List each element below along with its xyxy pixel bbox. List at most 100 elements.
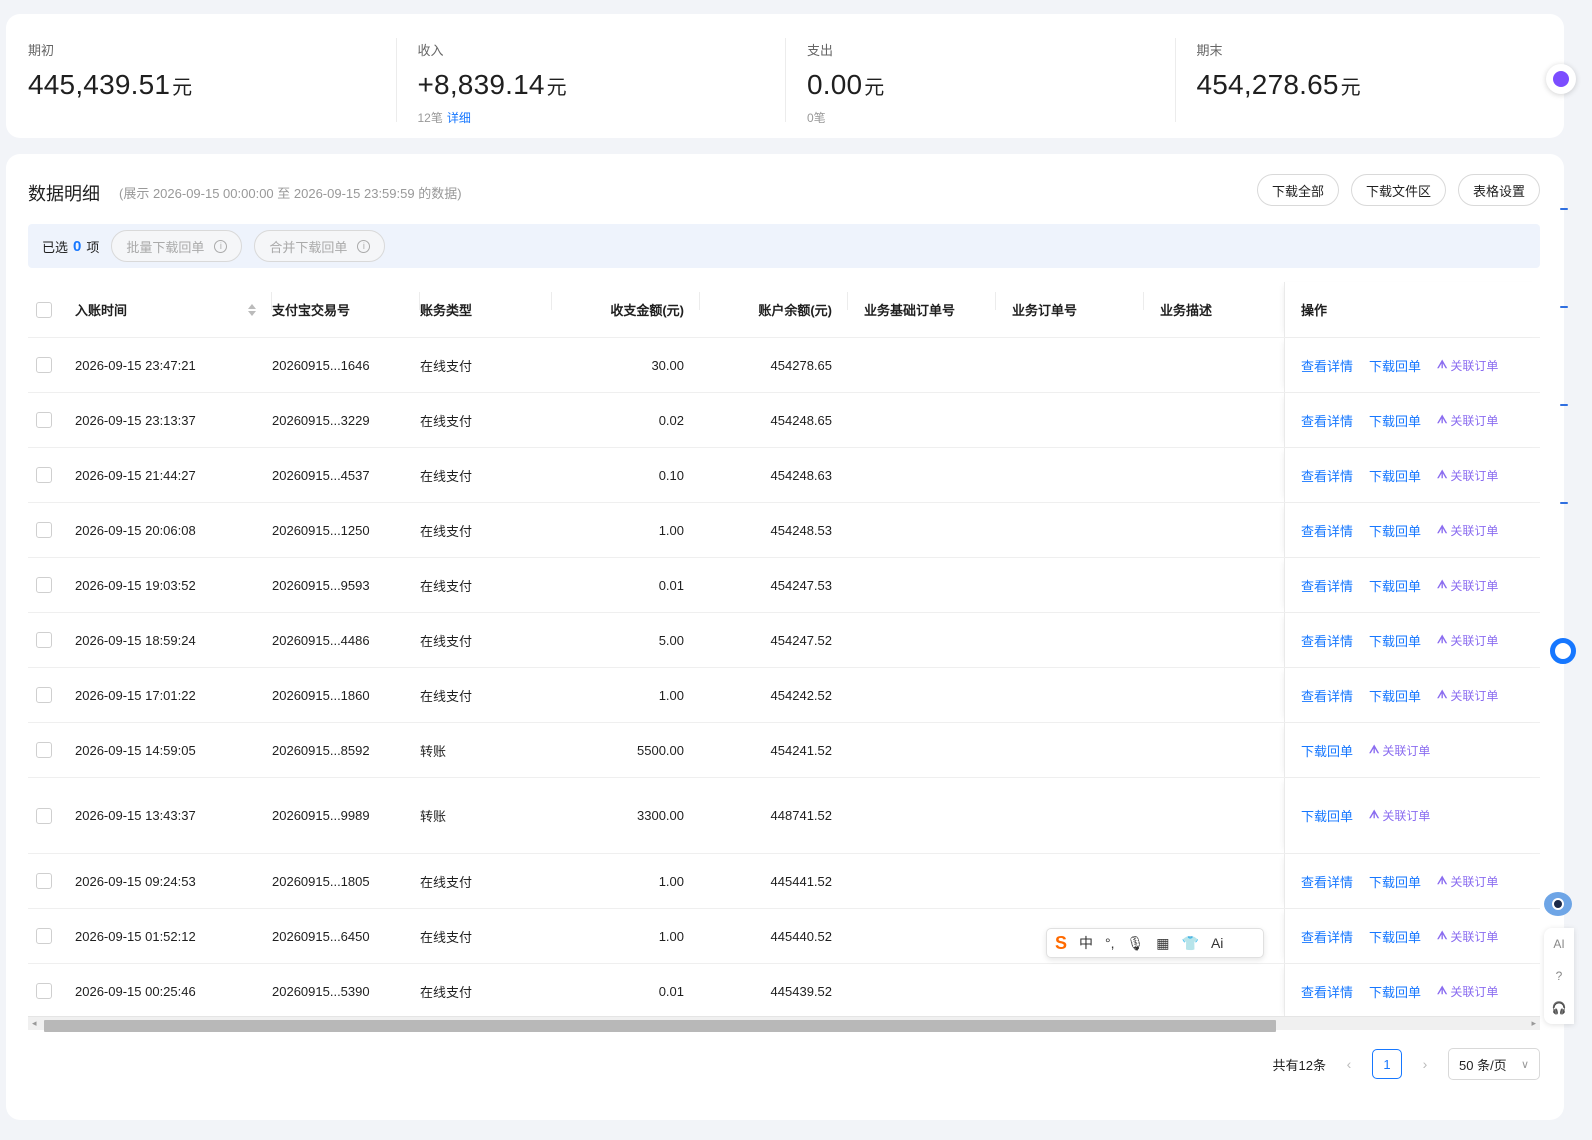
cell-amount: 1.00 xyxy=(658,928,684,944)
cell-type: 在线支付 xyxy=(420,929,473,945)
header-time[interactable]: 入账时间 xyxy=(75,292,272,319)
related-order-link[interactable]: ᗑ 关联订单 xyxy=(1437,467,1498,484)
assistant-avatar-icon[interactable] xyxy=(1546,64,1576,94)
cell-balance: 445439.52 xyxy=(770,983,832,999)
income-detail-link[interactable]: 详细 xyxy=(447,111,471,125)
prev-page-icon[interactable]: ‹ xyxy=(1340,1056,1358,1072)
ime-skin-icon[interactable]: 👕 xyxy=(1182,935,1199,952)
download-receipt-link[interactable]: 下载回单 xyxy=(1369,982,1421,1001)
view-detail-link[interactable]: 查看详情 xyxy=(1301,576,1353,595)
scroll-left-icon[interactable]: ◂ xyxy=(32,1018,37,1029)
page-number-current[interactable]: 1 xyxy=(1372,1049,1402,1079)
download-receipt-link[interactable]: 下载回单 xyxy=(1301,741,1353,760)
row-checkbox[interactable] xyxy=(28,873,75,889)
view-detail-link[interactable]: 查看详情 xyxy=(1301,411,1353,430)
download-all-button[interactable]: 下载全部 xyxy=(1256,174,1339,206)
table-row: 2026-09-15 00:25:46 20260915...5390 在线支付 0.… xyxy=(28,964,1540,1019)
sort-icon[interactable] xyxy=(248,303,256,316)
merge-download-button[interactable]: 合并下载回单 i xyxy=(254,230,386,262)
related-order-link[interactable]: ᗑ 关联订单 xyxy=(1437,357,1498,374)
stat-closing: 期末 454,278.65 元 xyxy=(1174,14,1565,138)
download-receipt-link[interactable]: 下载回单 xyxy=(1301,806,1353,825)
cell-balance: 445440.52 xyxy=(770,928,832,944)
view-detail-link[interactable]: 查看详情 xyxy=(1301,982,1353,1001)
view-detail-link[interactable]: 查看详情 xyxy=(1301,521,1353,540)
select-all-checkbox[interactable] xyxy=(28,301,75,318)
related-order-link[interactable]: ᗑ 关联订单 xyxy=(1369,807,1430,824)
view-detail-link[interactable]: 查看详情 xyxy=(1301,872,1353,891)
related-order-link[interactable]: ᗑ 关联订单 xyxy=(1437,928,1498,945)
view-detail-link[interactable]: 查看详情 xyxy=(1301,686,1353,705)
view-detail-link[interactable]: 查看详情 xyxy=(1301,631,1353,650)
floating-ring-icon[interactable] xyxy=(1550,638,1576,664)
horizontal-scrollbar[interactable]: ◂ ▸ xyxy=(28,1016,1540,1032)
row-checkbox[interactable] xyxy=(28,983,75,999)
help-icon[interactable]: ? xyxy=(1556,969,1563,983)
download-receipt-link[interactable]: 下载回单 xyxy=(1369,356,1421,375)
headset-icon[interactable]: 🎧 xyxy=(1552,1001,1567,1015)
ime-keyboard-icon[interactable]: ▦ xyxy=(1156,935,1169,952)
related-order-link[interactable]: ᗑ 关联订单 xyxy=(1437,632,1498,649)
data-detail-panel: 数据明细 (展示 2026-09-15 00:00:00 至 2026-09-1… xyxy=(6,154,1564,1120)
stat-expense-unit: 元 xyxy=(864,77,885,99)
batch-download-button[interactable]: 批量下载回单 i xyxy=(111,230,243,262)
download-receipt-link[interactable]: 下载回单 xyxy=(1369,411,1421,430)
related-order-link[interactable]: ᗑ 关联订单 xyxy=(1437,873,1498,890)
header-type: 账务类型 xyxy=(420,292,552,319)
related-order-link[interactable]: ᗑ 关联订单 xyxy=(1369,742,1430,759)
cell-balance: 454241.52 xyxy=(770,742,832,758)
related-order-link[interactable]: ᗑ 关联订单 xyxy=(1437,522,1498,539)
page-size-value: 50 条/页 xyxy=(1459,1057,1507,1073)
cell-type: 转账 xyxy=(420,743,447,759)
related-order-link[interactable]: ᗑ 关联订单 xyxy=(1437,577,1498,594)
row-checkbox[interactable] xyxy=(28,632,75,648)
view-detail-link[interactable]: 查看详情 xyxy=(1301,927,1353,946)
download-receipt-link[interactable]: 下载回单 xyxy=(1369,927,1421,946)
cell-balance: 454247.52 xyxy=(770,632,832,648)
table-settings-button[interactable]: 表格设置 xyxy=(1457,174,1540,206)
row-checkbox[interactable] xyxy=(28,412,75,428)
scroll-thumb[interactable] xyxy=(44,1020,1276,1032)
next-page-icon[interactable]: › xyxy=(1416,1056,1434,1072)
edge-marker xyxy=(1560,502,1568,504)
download-receipt-link[interactable]: 下载回单 xyxy=(1369,576,1421,595)
download-receipt-link[interactable]: 下载回单 xyxy=(1369,466,1421,485)
ime-logo-icon[interactable]: S xyxy=(1055,933,1067,954)
stat-income-count: 12笔 xyxy=(417,111,443,125)
related-order-link[interactable]: ᗑ 关联订单 xyxy=(1437,983,1498,1000)
row-checkbox[interactable] xyxy=(28,928,75,944)
download-receipt-link[interactable]: 下载回单 xyxy=(1369,521,1421,540)
ime-microphone-icon[interactable]: 🎙 xyxy=(1127,935,1145,952)
ai-icon[interactable]: AI xyxy=(1553,937,1564,951)
cell-amount: 5500.00 xyxy=(637,742,684,758)
download-area-button[interactable]: 下载文件区 xyxy=(1350,174,1446,206)
row-checkbox[interactable] xyxy=(28,687,75,703)
row-checkbox[interactable] xyxy=(28,467,75,483)
edge-marker xyxy=(1560,404,1568,406)
cell-ops: 查看详情 下载回单 ᗑ 关联订单 xyxy=(1284,503,1540,557)
ime-ai-icon[interactable]: Ai xyxy=(1211,935,1223,951)
row-checkbox[interactable] xyxy=(28,742,75,758)
scroll-right-icon[interactable]: ▸ xyxy=(1531,1018,1536,1029)
cell-ops: 查看详情 下载回单 ᗑ 关联订单 xyxy=(1284,613,1540,667)
related-order-link[interactable]: ᗑ 关联订单 xyxy=(1437,412,1498,429)
view-detail-link[interactable]: 查看详情 xyxy=(1301,466,1353,485)
ime-punctuation-icon[interactable]: °, xyxy=(1105,935,1115,951)
table-row: 2026-09-15 23:13:37 20260915...3229 在线支付 0.… xyxy=(28,393,1540,448)
pagination: 共有12条 ‹ 1 › 50 条/页 ∨ xyxy=(1273,1048,1540,1080)
row-checkbox[interactable] xyxy=(28,357,75,373)
row-checkbox[interactable] xyxy=(28,807,75,824)
related-order-icon: ᗑ xyxy=(1437,688,1448,701)
stat-opening-value: 445,439.51 元 xyxy=(28,69,396,101)
ime-language-toggle[interactable]: 中 xyxy=(1079,933,1093,953)
row-checkbox[interactable] xyxy=(28,577,75,593)
view-detail-link[interactable]: 查看详情 xyxy=(1301,356,1353,375)
download-receipt-link[interactable]: 下载回单 xyxy=(1369,872,1421,891)
download-receipt-link[interactable]: 下载回单 xyxy=(1369,686,1421,705)
page-size-select[interactable]: 50 条/页 ∨ xyxy=(1448,1048,1540,1080)
cell-trade-no: 20260915...5390 xyxy=(272,983,370,999)
related-order-link[interactable]: ᗑ 关联订单 xyxy=(1437,687,1498,704)
row-checkbox[interactable] xyxy=(28,522,75,538)
download-receipt-link[interactable]: 下载回单 xyxy=(1369,631,1421,650)
robot-assistant-icon[interactable] xyxy=(1544,886,1572,920)
